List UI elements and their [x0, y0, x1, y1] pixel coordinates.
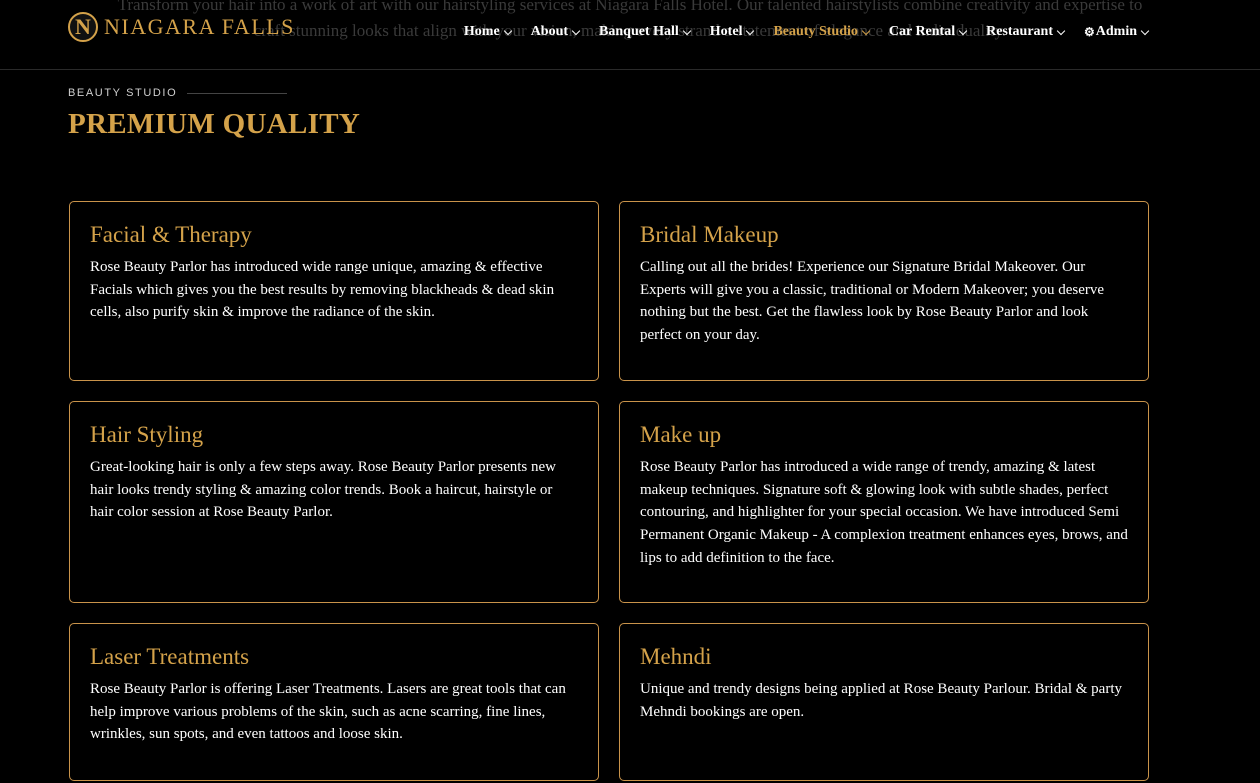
nav-item-restaurant[interactable]: Restaurant — [986, 24, 1066, 40]
chevron-down-icon — [503, 26, 512, 35]
card-title: Bridal Makeup — [640, 222, 779, 247]
service-card-hair-styling: Hair Styling Great-looking hair is only … — [69, 401, 599, 603]
nav-item-label: Banquet Hall — [599, 24, 679, 39]
nav-item-admin[interactable]: ⚙ Admin — [1084, 24, 1150, 40]
nav-item-home[interactable]: Home — [463, 24, 512, 40]
service-card-make-up: Make up Rose Beauty Parlor has introduce… — [619, 401, 1149, 603]
chevron-down-icon — [958, 26, 968, 35]
nav-item-hotel[interactable]: Hotel — [709, 24, 755, 40]
nav-item-label: About — [530, 24, 569, 39]
nav-item-label: Beauty Studio — [773, 24, 858, 39]
card-description: Rose Beauty Parlor is offering Laser Tre… — [90, 681, 566, 743]
card-description: Rose Beauty Parlor has introduced wide r… — [90, 259, 555, 321]
service-card-facial-therapy: Facial & Therapy Rose Beauty Parlor has … — [69, 201, 599, 381]
service-card-laser-treatments: Laser Treatments Rose Beauty Parlor is o… — [69, 623, 599, 781]
nav-item-label: Admin — [1095, 24, 1137, 39]
nav-item-banquet-hall[interactable]: Banquet Hall — [599, 24, 692, 40]
nav-item-label: Hotel — [709, 24, 743, 39]
chevron-down-icon — [861, 26, 871, 35]
kicker-divider — [187, 92, 288, 94]
nav-item-label: Restaurant — [986, 24, 1053, 39]
section-kicker: BEAUTY STUDIO — [68, 87, 288, 99]
site-header: N NIAGARA FALLS Home About Banquet Hall … — [0, 0, 1260, 70]
chevron-down-icon — [1140, 26, 1150, 35]
logo-icon: N — [68, 12, 98, 42]
brand-name: NIAGARA FALLS — [104, 14, 295, 39]
card-title: Laser Treatments — [90, 644, 250, 669]
brand-logo[interactable]: N NIAGARA FALLS — [68, 12, 295, 42]
card-title: Mehndi — [640, 644, 712, 669]
card-description: Rose Beauty Parlor has introduced a wide… — [640, 459, 1128, 566]
gear-icon: ⚙ — [1084, 24, 1095, 39]
card-title: Facial & Therapy — [90, 222, 252, 247]
section-kicker-text: BEAUTY STUDIO — [68, 87, 178, 99]
main-nav: Home About Banquet Hall Hotel Beauty Stu… — [444, 24, 1150, 40]
card-description: Great-looking hair is only a few steps a… — [90, 459, 556, 521]
nav-item-car-rental[interactable]: Car Rental — [888, 24, 968, 40]
chevron-down-icon — [571, 26, 581, 35]
section-title: PREMIUM QUALITY — [68, 108, 361, 140]
chevron-down-icon — [746, 26, 755, 35]
nav-item-beauty-studio[interactable]: Beauty Studio — [773, 24, 871, 40]
card-description: Calling out all the brides! Experience o… — [640, 259, 1105, 344]
service-card-mehndi: Mehndi Unique and trendy designs being a… — [619, 623, 1149, 781]
nav-item-label: Car Rental — [888, 24, 956, 39]
chevron-down-icon — [682, 26, 692, 35]
card-description: Unique and trendy designs being applied … — [640, 681, 1122, 720]
card-title: Hair Styling — [90, 422, 204, 447]
chevron-down-icon — [1056, 26, 1066, 35]
service-card-bridal-makeup: Bridal Makeup Calling out all the brides… — [619, 201, 1149, 381]
nav-item-label: Home — [463, 24, 500, 39]
nav-item-about[interactable]: About — [530, 24, 581, 40]
card-title: Make up — [640, 422, 722, 447]
